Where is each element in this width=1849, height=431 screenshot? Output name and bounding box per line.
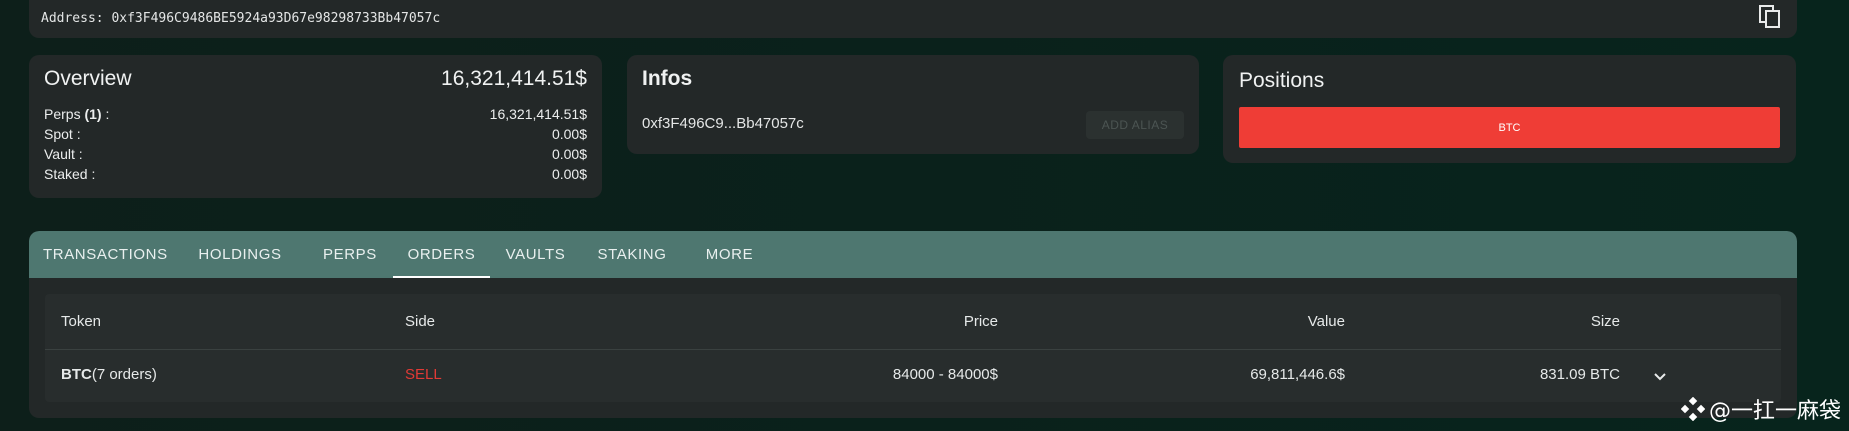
positions-card: Positions BTC [1223,55,1796,163]
orders-table: Token Side Price Value Size BTC(7 orders… [45,294,1781,402]
tab-vaults[interactable]: VAULTS [504,231,567,278]
overview-row-value: 16,321,414.51$ [489,106,587,122]
header-price: Price [963,313,998,330]
add-alias-button[interactable]: ADD ALIAS [1086,111,1184,139]
infos-title: Infos [642,67,693,90]
order-size: 831.09 BTC [1539,366,1620,383]
order-token: BTC(7 orders) [61,366,157,383]
copy-icon[interactable] [1759,5,1781,29]
order-side: SELL [405,366,442,383]
overview-row-label: Perps (1) : [44,106,110,122]
tab-orders[interactable]: ORDERS [393,231,490,278]
watermark: @一扛一麻袋 [1680,393,1841,425]
tab-transactions[interactable]: TRANSACTIONS [43,231,167,278]
overview-row-label: Vault : [44,146,83,162]
tab-bar: TRANSACTIONS HOLDINGS PERPS ORDERS VAULT… [29,231,1797,278]
tab-staking[interactable]: STAKING [597,231,667,278]
overview-row-label: Staked : [44,166,96,182]
overview-title: Overview [44,67,132,90]
chevron-down-icon[interactable] [1653,370,1667,384]
infos-address: 0xf3F496C9...Bb47057c [642,115,804,132]
address-bar: Address: 0xf3F496C9486BE5924a93D67e98298… [29,0,1797,38]
order-value: 69,811,446.6$ [1250,366,1345,383]
positions-title: Positions [1239,69,1325,92]
infos-card: Infos 0xf3F496C9...Bb47057c ADD ALIAS [627,55,1199,154]
overview-row-perps: Perps (1) : 16,321,414.51$ [44,104,587,124]
overview-row-label: Spot : [44,126,81,142]
position-bar-btc[interactable]: BTC [1239,107,1780,148]
overview-breakdown: Perps (1) : 16,321,414.51$ Spot : 0.00$ … [44,104,587,184]
tab-more[interactable]: MORE [704,231,755,278]
overview-row-value: 0.00$ [551,146,587,162]
diamond-logo-icon [1680,397,1705,421]
watermark-text: @一扛一麻袋 [1708,399,1841,424]
activity-panel: TRANSACTIONS HOLDINGS PERPS ORDERS VAULT… [29,231,1797,418]
overview-row-vault: Vault : 0.00$ [44,144,587,164]
table-row[interactable]: BTC(7 orders) SELL 84000 - 84000$ 69,811… [45,350,1781,402]
tab-holdings[interactable]: HOLDINGS [197,231,283,278]
tab-perps[interactable]: PERPS [323,231,376,278]
header-value: Value [1307,313,1345,330]
overview-row-value: 0.00$ [551,126,587,142]
overview-total: 16,321,414.51$ [441,67,587,90]
header-token: Token [61,313,102,330]
overview-row-spot: Spot : 0.00$ [44,124,587,144]
overview-card: Overview 16,321,414.51$ Perps (1) : 16,3… [29,55,602,198]
wallet-address: Address: 0xf3F496C9486BE5924a93D67e98298… [41,11,441,26]
order-price: 84000 - 84000$ [892,366,998,383]
overview-row-value: 0.00$ [551,166,587,182]
overview-row-staked: Staked : 0.00$ [44,164,587,184]
header-size: Size [1590,313,1620,330]
table-header: Token Side Price Value Size [45,294,1781,350]
header-side: Side [405,313,436,330]
